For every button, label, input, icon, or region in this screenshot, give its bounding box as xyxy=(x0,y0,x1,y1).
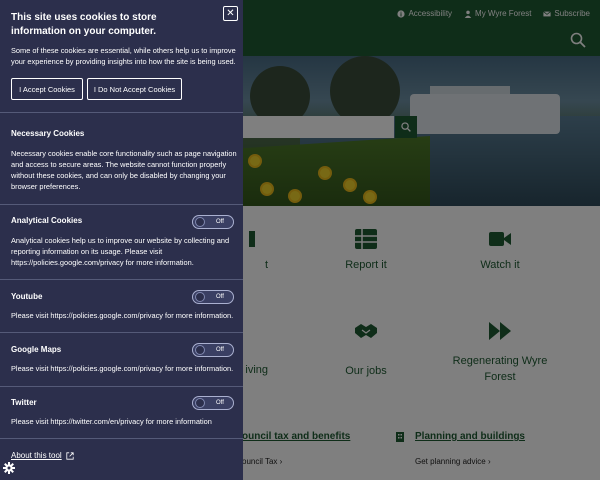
gear-icon[interactable] xyxy=(3,462,15,474)
cookie-intro-text: Some of these cookies are essential, whi… xyxy=(11,46,236,66)
necessary-cookies-title: Necessary Cookies xyxy=(11,129,85,138)
divider xyxy=(0,386,243,387)
toggle-state: Off xyxy=(216,294,224,300)
toggle-knob xyxy=(195,398,205,408)
twitter-toggle[interactable]: Off xyxy=(192,396,234,410)
cookie-panel: This site uses cookies to store informat… xyxy=(0,0,243,480)
analytical-cookies-title: Analytical Cookies xyxy=(11,216,83,225)
toggle-state: Off xyxy=(216,347,224,353)
analytical-cookies-toggle[interactable]: Off xyxy=(192,215,234,229)
decline-cookies-button[interactable]: I Do Not Accept Cookies xyxy=(87,78,182,100)
divider xyxy=(0,332,243,333)
accept-cookies-button[interactable]: I Accept Cookies xyxy=(11,78,83,100)
external-link-icon xyxy=(66,451,74,460)
google-maps-title: Google Maps xyxy=(11,345,62,354)
youtube-text: Please visit https://policies.google.com… xyxy=(11,311,234,320)
divider xyxy=(0,438,243,439)
toggle-knob xyxy=(195,292,205,302)
about-this-tool-link[interactable]: About this tool xyxy=(11,451,74,460)
analytical-cookies-text: Analytical cookies help us to improve ou… xyxy=(11,236,230,267)
about-label: About this tool xyxy=(11,451,62,460)
toggle-state: Off xyxy=(216,219,224,225)
cookie-panel-title: This site uses cookies to store informat… xyxy=(11,12,157,37)
divider xyxy=(0,279,243,280)
toggle-knob xyxy=(195,345,205,355)
close-button[interactable]: ✕ xyxy=(223,6,238,21)
toggle-state: Off xyxy=(216,400,224,406)
close-icon: ✕ xyxy=(226,7,235,19)
twitter-text: Please visit https://twitter.com/en/priv… xyxy=(11,417,212,426)
divider xyxy=(0,204,243,205)
youtube-title: Youtube xyxy=(11,292,43,301)
divider xyxy=(0,112,243,113)
necessary-cookies-text: Necessary cookies enable core functional… xyxy=(11,149,237,191)
google-maps-text: Please visit https://policies.google.com… xyxy=(11,364,234,373)
twitter-title: Twitter xyxy=(11,398,37,407)
google-maps-toggle[interactable]: Off xyxy=(192,343,234,357)
youtube-toggle[interactable]: Off xyxy=(192,290,234,304)
toggle-knob xyxy=(195,217,205,227)
